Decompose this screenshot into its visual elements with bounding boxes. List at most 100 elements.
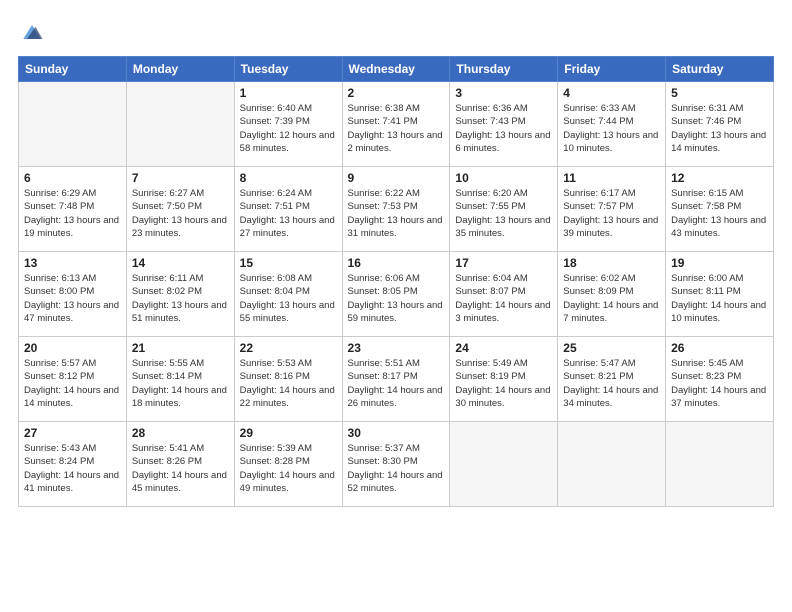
day-number: 30 — [348, 426, 445, 440]
day-info: Sunrise: 6:13 AM Sunset: 8:00 PM Dayligh… — [24, 272, 121, 325]
day-info: Sunrise: 5:43 AM Sunset: 8:24 PM Dayligh… — [24, 442, 121, 495]
day-info: Sunrise: 6:29 AM Sunset: 7:48 PM Dayligh… — [24, 187, 121, 240]
week-row-2: 6 Sunrise: 6:29 AM Sunset: 7:48 PM Daylig… — [19, 167, 774, 252]
day-number: 17 — [455, 256, 552, 270]
day-number: 6 — [24, 171, 121, 185]
day-info: Sunrise: 6:11 AM Sunset: 8:02 PM Dayligh… — [132, 272, 229, 325]
day-info: Sunrise: 5:55 AM Sunset: 8:14 PM Dayligh… — [132, 357, 229, 410]
day-info: Sunrise: 5:51 AM Sunset: 8:17 PM Dayligh… — [348, 357, 445, 410]
day-cell: 21 Sunrise: 5:55 AM Sunset: 8:14 PM Dayli… — [126, 337, 234, 422]
day-info: Sunrise: 6:00 AM Sunset: 8:11 PM Dayligh… — [671, 272, 768, 325]
logo-icon — [18, 18, 46, 46]
day-cell: 12 Sunrise: 6:15 AM Sunset: 7:58 PM Dayli… — [666, 167, 774, 252]
day-cell — [558, 422, 666, 507]
day-number: 8 — [240, 171, 337, 185]
day-cell — [19, 82, 127, 167]
day-cell: 22Sunrise: 5:53 AM Sunset: 8:16 PM Dayli… — [234, 337, 342, 422]
day-cell: 2 Sunrise: 6:38 AM Sunset: 7:41 PM Daylig… — [342, 82, 450, 167]
day-number: 21 — [132, 341, 229, 355]
day-cell: 30 Sunrise: 5:37 AM Sunset: 8:30 PM Dayli… — [342, 422, 450, 507]
day-cell: 25Sunrise: 5:47 AM Sunset: 8:21 PM Dayli… — [558, 337, 666, 422]
day-number: 20 — [24, 341, 121, 355]
day-number: 24 — [455, 341, 552, 355]
day-number: 4 — [563, 86, 660, 100]
day-number: 28 — [132, 426, 229, 440]
day-info: Sunrise: 6:06 AM Sunset: 8:05 PM Dayligh… — [348, 272, 445, 325]
day-cell: 18Sunrise: 6:02 AM Sunset: 8:09 PM Dayli… — [558, 252, 666, 337]
week-row-3: 13 Sunrise: 6:13 AM Sunset: 8:00 PM Dayli… — [19, 252, 774, 337]
weekday-header-monday: Monday — [126, 57, 234, 82]
weekday-header-saturday: Saturday — [666, 57, 774, 82]
day-info: Sunrise: 6:17 AM Sunset: 7:57 PM Dayligh… — [563, 187, 660, 240]
day-number: 12 — [671, 171, 768, 185]
day-number: 2 — [348, 86, 445, 100]
day-cell: 10 Sunrise: 6:20 AM Sunset: 7:55 PM Dayli… — [450, 167, 558, 252]
day-number: 5 — [671, 86, 768, 100]
day-info: Sunrise: 6:36 AM Sunset: 7:43 PM Dayligh… — [455, 102, 552, 155]
day-cell: 29 Sunrise: 5:39 AM Sunset: 8:28 PM Dayli… — [234, 422, 342, 507]
page: SundayMondayTuesdayWednesdayThursdayFrid… — [0, 0, 792, 612]
day-number: 27 — [24, 426, 121, 440]
day-cell: 26 Sunrise: 5:45 AM Sunset: 8:23 PM Dayli… — [666, 337, 774, 422]
day-info: Sunrise: 5:37 AM Sunset: 8:30 PM Dayligh… — [348, 442, 445, 495]
day-info: Sunrise: 6:15 AM Sunset: 7:58 PM Dayligh… — [671, 187, 768, 240]
day-info: Sunrise: 6:27 AM Sunset: 7:50 PM Dayligh… — [132, 187, 229, 240]
day-number: 3 — [455, 86, 552, 100]
day-number: 26 — [671, 341, 768, 355]
day-cell: 9 Sunrise: 6:22 AM Sunset: 7:53 PM Daylig… — [342, 167, 450, 252]
week-row-4: 20 Sunrise: 5:57 AM Sunset: 8:12 PM Dayli… — [19, 337, 774, 422]
day-cell: 11 Sunrise: 6:17 AM Sunset: 7:57 PM Dayli… — [558, 167, 666, 252]
day-info: Sunrise: 6:20 AM Sunset: 7:55 PM Dayligh… — [455, 187, 552, 240]
day-info: Sunrise: 5:39 AM Sunset: 8:28 PM Dayligh… — [240, 442, 337, 495]
day-info: Sunrise: 6:31 AM Sunset: 7:46 PM Dayligh… — [671, 102, 768, 155]
weekday-header-sunday: Sunday — [19, 57, 127, 82]
weekday-header-wednesday: Wednesday — [342, 57, 450, 82]
day-number: 23 — [348, 341, 445, 355]
calendar-table: SundayMondayTuesdayWednesdayThursdayFrid… — [18, 56, 774, 507]
day-cell: 7Sunrise: 6:27 AM Sunset: 7:50 PM Daylig… — [126, 167, 234, 252]
day-cell: 16 Sunrise: 6:06 AM Sunset: 8:05 PM Dayli… — [342, 252, 450, 337]
day-cell: 1 Sunrise: 6:40 AM Sunset: 7:39 PM Daylig… — [234, 82, 342, 167]
day-cell: 27 Sunrise: 5:43 AM Sunset: 8:24 PM Dayli… — [19, 422, 127, 507]
day-number: 22 — [240, 341, 337, 355]
day-info: Sunrise: 6:40 AM Sunset: 7:39 PM Dayligh… — [240, 102, 337, 155]
day-info: Sunrise: 5:57 AM Sunset: 8:12 PM Dayligh… — [24, 357, 121, 410]
day-number: 1 — [240, 86, 337, 100]
day-cell — [126, 82, 234, 167]
day-cell: 17 Sunrise: 6:04 AM Sunset: 8:07 PM Dayli… — [450, 252, 558, 337]
day-number: 19 — [671, 256, 768, 270]
day-cell: 14Sunrise: 6:11 AM Sunset: 8:02 PM Dayli… — [126, 252, 234, 337]
day-cell: 8Sunrise: 6:24 AM Sunset: 7:51 PM Daylig… — [234, 167, 342, 252]
day-number: 15 — [240, 256, 337, 270]
day-number: 11 — [563, 171, 660, 185]
day-cell: 3 Sunrise: 6:36 AM Sunset: 7:43 PM Daylig… — [450, 82, 558, 167]
day-cell: 15Sunrise: 6:08 AM Sunset: 8:04 PM Dayli… — [234, 252, 342, 337]
day-cell: 20 Sunrise: 5:57 AM Sunset: 8:12 PM Dayli… — [19, 337, 127, 422]
day-number: 29 — [240, 426, 337, 440]
day-cell: 19 Sunrise: 6:00 AM Sunset: 8:11 PM Dayli… — [666, 252, 774, 337]
day-cell: 24 Sunrise: 5:49 AM Sunset: 8:19 PM Dayli… — [450, 337, 558, 422]
day-cell: 23 Sunrise: 5:51 AM Sunset: 8:17 PM Dayli… — [342, 337, 450, 422]
day-cell: 4 Sunrise: 6:33 AM Sunset: 7:44 PM Daylig… — [558, 82, 666, 167]
day-number: 25 — [563, 341, 660, 355]
day-info: Sunrise: 6:33 AM Sunset: 7:44 PM Dayligh… — [563, 102, 660, 155]
day-number: 9 — [348, 171, 445, 185]
day-info: Sunrise: 5:45 AM Sunset: 8:23 PM Dayligh… — [671, 357, 768, 410]
day-cell: 6 Sunrise: 6:29 AM Sunset: 7:48 PM Daylig… — [19, 167, 127, 252]
day-number: 16 — [348, 256, 445, 270]
day-info: Sunrise: 6:38 AM Sunset: 7:41 PM Dayligh… — [348, 102, 445, 155]
day-info: Sunrise: 5:41 AM Sunset: 8:26 PM Dayligh… — [132, 442, 229, 495]
day-cell — [450, 422, 558, 507]
weekday-header-thursday: Thursday — [450, 57, 558, 82]
day-info: Sunrise: 5:49 AM Sunset: 8:19 PM Dayligh… — [455, 357, 552, 410]
day-number: 13 — [24, 256, 121, 270]
day-number: 10 — [455, 171, 552, 185]
day-cell: 28 Sunrise: 5:41 AM Sunset: 8:26 PM Dayli… — [126, 422, 234, 507]
day-number: 18 — [563, 256, 660, 270]
weekday-header-friday: Friday — [558, 57, 666, 82]
header — [18, 18, 774, 46]
day-info: Sunrise: 6:04 AM Sunset: 8:07 PM Dayligh… — [455, 272, 552, 325]
week-row-1: 1 Sunrise: 6:40 AM Sunset: 7:39 PM Daylig… — [19, 82, 774, 167]
day-info: Sunrise: 6:22 AM Sunset: 7:53 PM Dayligh… — [348, 187, 445, 240]
day-cell: 13 Sunrise: 6:13 AM Sunset: 8:00 PM Dayli… — [19, 252, 127, 337]
